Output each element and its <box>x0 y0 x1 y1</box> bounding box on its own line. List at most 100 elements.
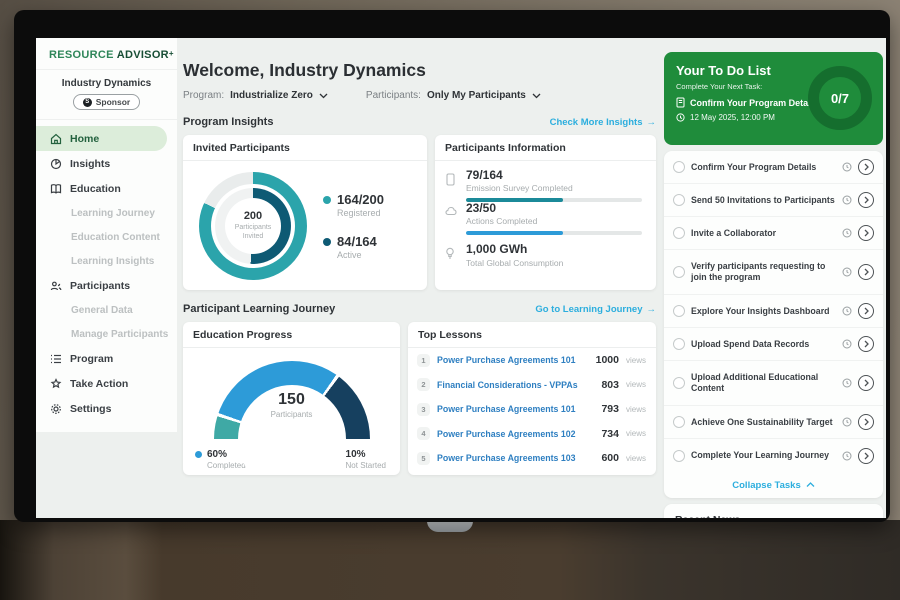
task-open-button[interactable] <box>858 336 874 352</box>
task-checkbox[interactable] <box>673 416 685 428</box>
task-row[interactable]: Verify participants requesting to join t… <box>664 250 883 295</box>
task-checkbox[interactable] <box>673 194 685 206</box>
sidebar-item-education-content[interactable]: Education Content <box>36 225 177 249</box>
card-title: Top Lessons <box>408 322 656 348</box>
participants-dropdown-value: Only My Participants <box>427 90 526 101</box>
lesson-row[interactable]: 3 Power Purchase Agreements 101 793 view… <box>408 397 656 422</box>
sidebar-item-take-action[interactable]: Take Action <box>36 371 167 396</box>
task-clock-icon <box>842 162 852 172</box>
todo-progress-ring: 0/7 <box>808 66 872 130</box>
task-open-button[interactable] <box>858 375 874 391</box>
sidebar-item-insights[interactable]: Insights <box>36 151 167 176</box>
participants-dropdown[interactable]: Participants: Only My Participants <box>366 90 541 101</box>
lesson-views: 793 <box>601 403 619 415</box>
lesson-link[interactable]: Financial Considerations - VPPAs <box>437 380 594 390</box>
task-open-button[interactable] <box>858 414 874 430</box>
task-clock-icon <box>842 339 852 349</box>
registered-label: Registered <box>337 208 384 218</box>
task-checkbox[interactable] <box>673 266 685 278</box>
sidebar-item-label: Home <box>70 133 99 145</box>
lesson-views-suffix: views <box>626 380 646 389</box>
program-dropdown[interactable]: Program: Industrialize Zero <box>183 90 328 101</box>
sidebar-item-participants[interactable]: Participants <box>36 273 167 298</box>
task-row[interactable]: Send 50 Invitations to Participants <box>664 184 883 217</box>
legend-dot-blue <box>195 451 202 458</box>
monitor-bezel: RESOURCE ADVISOR+ Industry Dynamics S Sp… <box>14 10 890 522</box>
todo-due-date: 12 May 2025, 12:00 PM <box>690 113 775 122</box>
collapse-tasks-link[interactable]: Collapse Tasks <box>664 472 883 498</box>
lesson-row[interactable]: 1 Power Purchase Agreements 101 1000 vie… <box>408 348 656 373</box>
donut-center-value: 200 <box>244 210 262 222</box>
sidebar-item-label: Participants <box>70 280 130 292</box>
sidebar-item-home[interactable]: Home <box>36 126 167 151</box>
logo-plus: + <box>169 49 174 58</box>
task-checkbox[interactable] <box>673 377 685 389</box>
task-checkbox[interactable] <box>673 450 685 462</box>
lesson-link[interactable]: Power Purchase Agreements 101 <box>437 355 589 365</box>
sidebar-item-learning-journey[interactable]: Learning Journey <box>36 201 177 225</box>
document-icon <box>676 97 685 108</box>
metric-value: 23/50 <box>466 202 537 215</box>
lesson-link[interactable]: Power Purchase Agreements 103 <box>437 453 594 463</box>
recent-news-card: Recent News <box>664 504 883 518</box>
sidebar-item-learning-insights[interactable]: Learning Insights <box>36 249 177 273</box>
sidebar-item-manage-participants[interactable]: Manage Participants <box>36 322 177 346</box>
metric-label: Emission Survey Completed <box>466 183 573 193</box>
task-row[interactable]: Invite a Collaborator <box>664 217 883 250</box>
metric-value: 79/164 <box>466 169 573 182</box>
task-row[interactable]: Achieve One Sustainability Target <box>664 406 883 439</box>
lesson-link[interactable]: Power Purchase Agreements 101 <box>437 404 594 414</box>
card-title: Education Progress <box>183 322 400 348</box>
task-open-button[interactable] <box>858 448 874 464</box>
check-more-insights-link[interactable]: Check More Insights → <box>550 117 656 128</box>
link-label: Go to Learning Journey <box>535 304 642 315</box>
logo-primary: RESOURCE <box>49 49 114 61</box>
metric-consumption: 1,000 GWh Total Global Consumption <box>445 243 644 267</box>
task-clock-icon <box>842 417 852 427</box>
arrow-right-icon: → <box>647 304 657 315</box>
program-insights-header: Program Insights Check More Insights → <box>183 116 656 128</box>
participants-information-card: Participants Information 79/164 Emission… <box>435 135 656 290</box>
task-open-button[interactable] <box>858 303 874 319</box>
insights-cards-row: Invited Participants 200 Participants In… <box>183 135 656 290</box>
lesson-row[interactable]: 5 Power Purchase Agreements 103 600 view… <box>408 446 656 471</box>
task-row[interactable]: Confirm Your Program Details <box>664 151 883 184</box>
sponsor-badge[interactable]: S Sponsor <box>73 94 140 110</box>
metric-label: Actions Completed <box>466 216 537 226</box>
sidebar-item-program[interactable]: Program <box>36 346 167 371</box>
task-checkbox[interactable] <box>673 305 685 317</box>
program-icon <box>50 353 62 365</box>
donut-center-label: Participants Invited <box>231 224 275 242</box>
lesson-row[interactable]: 4 Power Purchase Agreements 102 734 view… <box>408 422 656 447</box>
go-to-learning-journey-link[interactable]: Go to Learning Journey → <box>535 304 656 315</box>
task-open-button[interactable] <box>858 192 874 208</box>
task-row[interactable]: Explore Your Insights Dashboard <box>664 295 883 328</box>
settings-icon <box>50 403 62 415</box>
task-row[interactable]: Complete Your Learning Journey <box>664 439 883 472</box>
metric-value: 1,000 GWh <box>466 243 563 256</box>
active-value: 84/164 <box>337 234 377 249</box>
task-checkbox[interactable] <box>673 227 685 239</box>
task-open-button[interactable] <box>858 159 874 175</box>
task-row[interactable]: Upload Spend Data Records <box>664 328 883 361</box>
sidebar-item-education[interactable]: Education <box>36 176 167 201</box>
lesson-link[interactable]: Power Purchase Agreements 102 <box>437 429 594 439</box>
sidebar-item-settings[interactable]: Settings <box>36 396 167 421</box>
card-title: Invited Participants <box>183 135 427 161</box>
todo-progress-value: 0/7 <box>831 91 849 106</box>
actions-progressbar <box>466 231 642 235</box>
legend-active: 84/164 Active <box>323 234 384 260</box>
home-icon <box>50 133 62 145</box>
lesson-rank: 1 <box>417 354 430 367</box>
metric-actions: 23/50 Actions Completed <box>445 202 644 226</box>
task-open-button[interactable] <box>858 225 874 241</box>
task-row[interactable]: Upload Additional Educational Content <box>664 361 883 406</box>
lesson-row[interactable]: 2 Financial Considerations - VPPAs 803 v… <box>408 373 656 398</box>
task-checkbox[interactable] <box>673 338 685 350</box>
sidebar: RESOURCE ADVISOR+ Industry Dynamics S Sp… <box>36 38 177 432</box>
sidebar-item-general-data[interactable]: General Data <box>36 298 177 322</box>
todo-next-task: Confirm Your Program Details <box>690 98 818 108</box>
education-progress-gauge-chart: 150 Participants <box>214 361 370 439</box>
task-checkbox[interactable] <box>673 161 685 173</box>
task-open-button[interactable] <box>858 264 874 280</box>
